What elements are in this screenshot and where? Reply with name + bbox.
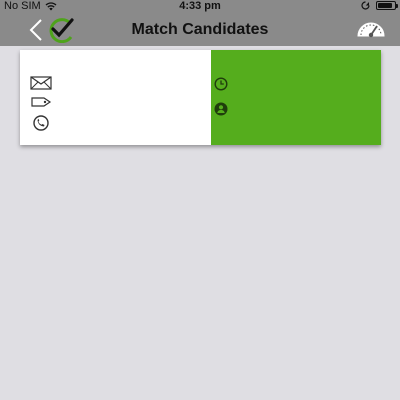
status-bar: No SIM 4:33 pm bbox=[0, 0, 400, 13]
time-row bbox=[214, 77, 234, 91]
status-time: 4:33 pm bbox=[179, 0, 221, 12]
clock-icon bbox=[214, 77, 228, 91]
tag-row bbox=[30, 97, 60, 107]
email-row bbox=[30, 76, 60, 90]
envelope-icon bbox=[30, 76, 52, 90]
navigation-bar: Match Candidates bbox=[0, 13, 400, 46]
battery-icon bbox=[376, 1, 398, 10]
page-title: Match Candidates bbox=[131, 21, 269, 38]
phone-icon bbox=[33, 115, 49, 131]
battery-level bbox=[378, 3, 393, 8]
phone-row bbox=[30, 115, 60, 131]
candidate-status-panel bbox=[211, 50, 381, 145]
tag-icon bbox=[31, 97, 52, 107]
candidate-contact-panel bbox=[20, 50, 211, 145]
person-row bbox=[214, 102, 234, 116]
dashboard-button[interactable] bbox=[354, 18, 388, 40]
person-icon bbox=[214, 102, 228, 116]
lock-rotation-icon bbox=[361, 1, 370, 10]
candidate-card[interactable] bbox=[20, 50, 381, 145]
speedometer-icon bbox=[357, 22, 385, 38]
